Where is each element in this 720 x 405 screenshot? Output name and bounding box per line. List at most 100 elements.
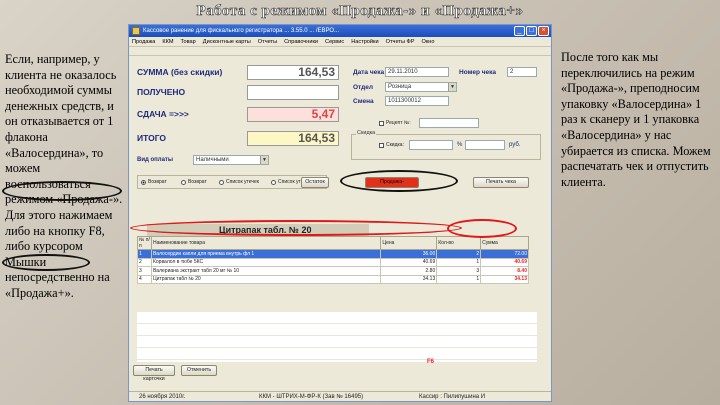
status-bar: 26 ноября 2010г. ККМ - ШТРИХ-М-ФР-К (Зав… — [129, 391, 551, 401]
table-cell-name: Валериана экстракт табл 20 мг № 10 — [150, 266, 382, 276]
change-value: 5,47 — [247, 107, 339, 122]
f6-label: F6 — [427, 359, 435, 365]
window-title: Кассовое ранение для фискального регистр… — [143, 28, 340, 34]
cash-register-window: Кассовое ранение для фискального регистр… — [128, 24, 552, 402]
mode-radio-1[interactable]: Возврат — [141, 179, 167, 185]
table-cell-qty: 1 — [436, 257, 482, 267]
check-date-field[interactable]: 29.11.2010 — [385, 67, 449, 77]
menu-item[interactable]: Отчеты — [258, 37, 277, 46]
check-date-label: Дата чека — [353, 69, 385, 76]
column-header[interactable]: Цена — [380, 236, 438, 250]
items-table: № п/п Наименование товара Цена Кол-во Сумма … — [137, 236, 529, 284]
mode-radio-3[interactable]: Список утечек — [219, 179, 259, 185]
checkbox-icon — [379, 142, 384, 148]
payment-select[interactable]: Наличными ▼ — [193, 155, 269, 165]
table-cell-price: 36.00 — [380, 249, 438, 259]
discount-checkbox[interactable]: Скидка: — [379, 142, 404, 148]
discount-pct-input[interactable] — [409, 140, 453, 150]
dept-label: Отдел — [353, 84, 374, 91]
total-label: ИТОГО — [137, 133, 167, 143]
radio-icon — [219, 179, 224, 185]
print-card-button[interactable]: Печать карточки — [133, 365, 175, 382]
discount-rub-unit: руб. — [509, 142, 521, 148]
print-check-button[interactable]: Печать чека — [473, 177, 529, 188]
received-input[interactable] — [247, 85, 339, 100]
table-cell-n: 1 — [137, 249, 152, 259]
highlight-oval-selected-row — [130, 220, 462, 236]
rest-button[interactable]: Остаток — [301, 177, 329, 188]
sum-label: СУММА (без скидки) — [137, 67, 223, 77]
table-cell-sum: 40.69 — [480, 257, 529, 267]
empty-table-area — [137, 312, 537, 362]
window-titlebar: Кассовое ранение для фискального регистр… — [129, 25, 551, 37]
highlight-oval-quantity — [447, 219, 517, 238]
table-cell-n: 3 — [137, 266, 152, 276]
column-header[interactable]: Наименование товара — [150, 236, 382, 250]
menu-item[interactable]: Сервис — [325, 37, 344, 46]
table-cell-qty: 2 — [436, 249, 482, 259]
receipt-checkbox[interactable]: Рецепт №: — [379, 120, 411, 126]
menu-item[interactable]: Настройки — [351, 37, 378, 46]
table-row[interactable]: 1 Валосердин капли для приема внутрь фл 1… — [137, 249, 529, 259]
table-row[interactable]: 4 Цитрапак табл № 20 34.13 1 34.13 — [137, 274, 529, 284]
total-value: 164,53 — [247, 131, 339, 146]
slide-title: Работа с режимом «Продажа-» и «Продажа+» — [196, 3, 524, 20]
table-cell-price: 34.13 — [380, 274, 438, 284]
cancel-button[interactable]: Отменить — [181, 365, 217, 376]
discount-pct-unit: % — [457, 142, 463, 148]
table-cell-price: 40.69 — [380, 257, 438, 267]
table-cell-n: 4 — [137, 274, 152, 284]
table-row[interactable]: 3 Валериана экстракт табл 20 мг № 10 2.80 3… — [137, 266, 529, 276]
receipt-input[interactable] — [419, 118, 479, 128]
right-explanation: После того как мы переключились на режим… — [561, 50, 711, 189]
table-cell-sum: 8.40 — [480, 266, 529, 276]
maximize-button[interactable]: □ — [526, 26, 537, 36]
mode-radio-label: Возврат — [188, 179, 207, 185]
minimize-button[interactable]: _ — [514, 26, 525, 36]
highlight-oval-sale-button — [340, 170, 458, 192]
status-kkm: ККМ - ШТРИХ-М-ФР-К (Зав № 16495) — [259, 394, 364, 400]
change-label: СДАЧА =>>> — [137, 109, 189, 119]
discount-label: Скидка: — [386, 142, 404, 148]
menu-item[interactable]: Справочники — [284, 37, 318, 46]
menu-bar: Продажа ККМ Товар Дисконтные карты Отчеты Спр… — [129, 37, 551, 47]
column-header[interactable]: Кол-во — [436, 236, 482, 250]
table-cell-sum: 72.00 — [480, 249, 529, 259]
menu-item[interactable]: Отчеты ФР — [386, 37, 415, 46]
table-cell-qty: 1 — [436, 274, 482, 284]
mode-radio-label: Возврат — [148, 179, 167, 185]
receipt-label: Рецепт №: — [386, 120, 411, 126]
discount-group-title: Скидка — [356, 130, 377, 136]
menu-item[interactable]: Продажа — [132, 37, 155, 46]
dept-value: Розница — [388, 84, 412, 90]
highlight-oval-valoserdin-text — [2, 181, 122, 201]
menu-item[interactable]: Дисконтные карты — [203, 37, 251, 46]
radio-icon — [141, 179, 146, 185]
received-label: ПОЛУЧЕНО — [137, 87, 186, 97]
close-button[interactable]: × — [538, 26, 549, 36]
check-number-field[interactable]: 2 — [507, 67, 537, 77]
column-header[interactable]: № п/п — [137, 236, 152, 250]
table-cell-qty: 3 — [436, 266, 482, 276]
checkbox-icon — [379, 120, 384, 126]
toolbar — [129, 47, 551, 56]
menu-item[interactable]: Товар — [181, 37, 196, 46]
chevron-down-icon: ▼ — [260, 156, 268, 164]
shift-field[interactable]: 1011300012 — [385, 96, 449, 106]
table-header-row: № п/п Наименование товара Цена Кол-во Сумма — [137, 236, 529, 250]
payment-value: Наличными — [196, 157, 229, 163]
column-header[interactable]: Сумма — [480, 236, 529, 250]
sum-value: 164,53 — [247, 65, 339, 80]
radio-icon — [271, 179, 276, 185]
table-row[interactable]: 2 Корвалол в тюбе 5КС 40.69 1 40.69 — [137, 257, 529, 267]
status-date: 26 ноября 2010г. — [139, 394, 186, 400]
table-cell-price: 2.80 — [380, 266, 438, 276]
status-cashier: Кассир : Пилипушина И — [419, 394, 486, 400]
radio-icon — [181, 179, 186, 185]
menu-item[interactable]: ККМ — [162, 37, 173, 46]
mode-radio-2[interactable]: Возврат — [181, 179, 207, 185]
discount-rub-input[interactable] — [465, 140, 505, 150]
menu-item[interactable]: Окно — [422, 37, 435, 46]
dept-select[interactable]: Розница ▼ — [385, 82, 457, 92]
payment-label: Вид оплаты — [137, 157, 173, 163]
